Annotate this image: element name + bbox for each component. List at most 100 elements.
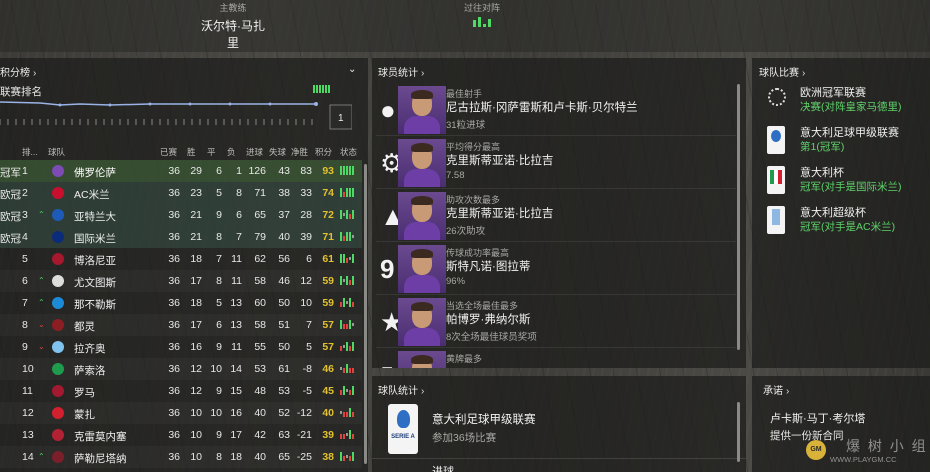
table-row[interactable]: 冠军 1 佛罗伦萨 36 29 6 1 126 43 83 93 [0,160,362,182]
stat-gf: 42 [254,429,266,441]
stat-l: 6 [236,209,242,221]
serie-a-logo: SERIE A [388,404,418,454]
competition-name[interactable]: 意大利足球甲级联赛 [800,124,899,140]
chevron-down-icon[interactable]: ⌄ [348,64,356,75]
player-stat-item[interactable]: ▮黄牌最多 [376,349,736,368]
form-mark [340,187,342,197]
team-name[interactable]: 尤文图斯 [74,275,116,290]
team-stats-title[interactable]: 球队统计 › [378,382,424,397]
promises-title[interactable]: 承诺 › [763,382,789,397]
team-name[interactable]: 克雷莫内塞 [74,429,127,444]
form-mark [349,280,351,285]
team-name[interactable]: 拉齐奥 [74,341,106,356]
competition-item[interactable]: 意大利杯 冠军(对手是国际米兰) [762,162,930,202]
stat-gf: 58 [254,319,266,331]
stat-d: 8 [216,275,222,287]
team-name[interactable]: 萨勒尼塔纳 [74,451,127,466]
stat-l: 8 [236,187,242,199]
team-name[interactable]: 蒙扎 [74,407,95,422]
table-row[interactable]: 12 蒙扎 36 10 10 16 40 52 -12 40 [0,402,362,424]
qualification-label: 欧冠 [0,233,21,245]
team-crest-icon [52,451,64,463]
team-stats-scrollbar[interactable] [737,402,740,462]
form-mark [349,456,351,461]
table-row[interactable]: 欧冠 3 ⌃ 亚特兰大 36 21 9 6 65 37 28 72 [0,204,362,226]
form-indicator [340,231,354,241]
stat-pts: 39 [322,429,334,441]
team-name[interactable]: AC米兰 [74,187,110,202]
player-stats-title[interactable]: 球员统计 › [378,64,424,79]
form-mark [343,385,345,395]
competition-item[interactable]: 意大利超级杯 冠军(对手是AC米兰) [762,202,930,242]
stat-w: 21 [190,209,202,221]
form-mark [349,429,351,439]
table-row[interactable]: 欧冠 4 国际米兰 36 21 8 7 79 40 39 71 [0,226,362,248]
team-name[interactable]: 那不勒斯 [74,297,116,312]
standings-title[interactable]: 积分榜 › [0,64,36,79]
table-row[interactable]: 10 萨索洛 36 12 10 14 53 61 -8 46 [0,358,362,380]
form-mark [340,410,342,414]
standings-scrollbar[interactable] [364,164,367,464]
form-mark [346,412,348,417]
stat-gf: 58 [254,275,266,287]
team-name[interactable]: 罗马 [74,385,95,400]
player-name[interactable]: 帕博罗·弗纳尔斯 [446,311,530,327]
table-row[interactable]: 8 ⌄ 都灵 36 17 6 13 58 51 7 57 [0,314,362,336]
team-name[interactable]: 博洛尼亚 [74,253,116,268]
qualification-label: 欧冠 [0,189,21,201]
team-crest-icon [52,275,64,287]
arrow-up-icon: ⌃ [38,276,45,285]
player-photo [398,139,446,187]
player-stat-item[interactable]: ★ 当选全场最佳最多 帕博罗·弗纳尔斯 8次全场最佳球员奖项 [376,296,736,348]
stat-w: 29 [190,165,202,177]
team-stats-competition[interactable]: 意大利足球甲级联赛 [432,411,536,427]
team-name[interactable]: 都灵 [74,319,95,334]
player-stat-item[interactable]: 9 传球成功率最高 斯特凡诺·图拉蒂 96% [376,243,736,295]
table-row[interactable]: 13 克雷莫内塞 36 10 9 17 42 63 -21 39 [0,424,362,446]
player-stat-item[interactable]: ▲ 助攻次数最多 克里斯蒂亚诺·比拉吉 26次助攻 [376,190,736,242]
manager-name[interactable]: 沃尔特·马扎里 [200,17,266,51]
form-mark [343,412,345,417]
form-mark [346,231,348,241]
stat-gf: 40 [254,451,266,463]
form-mark [343,253,345,263]
table-row[interactable]: 欧冠 2 AC米兰 36 23 5 8 71 38 33 74 [0,182,362,204]
head-to-head-block[interactable]: 过往对阵 [462,0,502,27]
team-stats-goals-label[interactable]: 进球 [432,463,454,472]
competition-name[interactable]: 意大利超级杯 [800,204,866,220]
table-row[interactable]: 5 博洛尼亚 36 18 7 11 62 56 6 61 [0,248,362,270]
table-row[interactable]: 9 ⌄ 拉齐奥 36 16 9 11 55 50 5 57 [0,336,362,358]
team-name[interactable]: 亚特兰大 [74,209,116,224]
player-name[interactable]: 尼古拉斯·冈萨雷斯和卢卡斯·贝尔特兰 [446,99,638,115]
player-stat-item[interactable]: ● 最佳射手 尼古拉斯·冈萨雷斯和卢卡斯·贝尔特兰 31粒进球 [376,84,736,136]
table-row[interactable]: 7 ⌃ 那不勒斯 36 18 5 13 60 50 10 59 [0,292,362,314]
form-mark [340,366,342,370]
table-row[interactable]: 14 ⌃ 萨勒尼塔纳 36 10 8 18 40 65 -25 38 [0,446,362,468]
competition-name[interactable]: 意大利杯 [800,164,844,180]
team-name[interactable]: 萨索洛 [74,363,106,378]
stat-pts: 59 [322,275,334,287]
stat-gd: 28 [300,209,312,221]
team-stats-detail: 参加36场比赛 [432,432,497,444]
team-competitions-title[interactable]: 球队比赛 › [759,64,805,79]
team-name[interactable]: 佛罗伦萨 [74,165,116,180]
competition-item[interactable]: 欧洲冠军联赛 决赛(对阵皇家马德里) [762,82,930,122]
col-lost: 负 [227,147,236,157]
player-name[interactable]: 克里斯蒂亚诺·比拉吉 [446,152,553,168]
manager-block[interactable]: 主教练 沃尔特·马扎里 [200,0,266,51]
h2h-label: 过往对阵 [463,3,500,13]
stat-gf: 65 [254,209,266,221]
stat-p: 36 [168,209,180,221]
player-stats-scrollbar[interactable] [737,84,740,350]
player-stat-item[interactable]: ⚙ 平均得分最高 克里斯蒂亚诺·比拉吉 7.58 [376,137,736,189]
player-name[interactable]: 克里斯蒂亚诺·比拉吉 [446,205,553,221]
stat-d: 9 [216,385,222,397]
competition-name[interactable]: 欧洲冠军联赛 [800,84,866,100]
competition-item[interactable]: 意大利足球甲级联赛 第1(冠军) [762,122,930,162]
team-name[interactable]: 国际米兰 [74,231,116,246]
stat-d: 8 [216,231,222,243]
table-row[interactable]: 11 罗马 36 12 9 15 48 53 -5 45 [0,380,362,402]
promise-person[interactable]: 卢卡斯·马丁·考尔塔 [770,410,865,426]
player-name[interactable]: 斯特凡诺·图拉蒂 [446,258,530,274]
table-row[interactable]: 6 ⌃ 尤文图斯 36 17 8 11 58 46 12 59 [0,270,362,292]
